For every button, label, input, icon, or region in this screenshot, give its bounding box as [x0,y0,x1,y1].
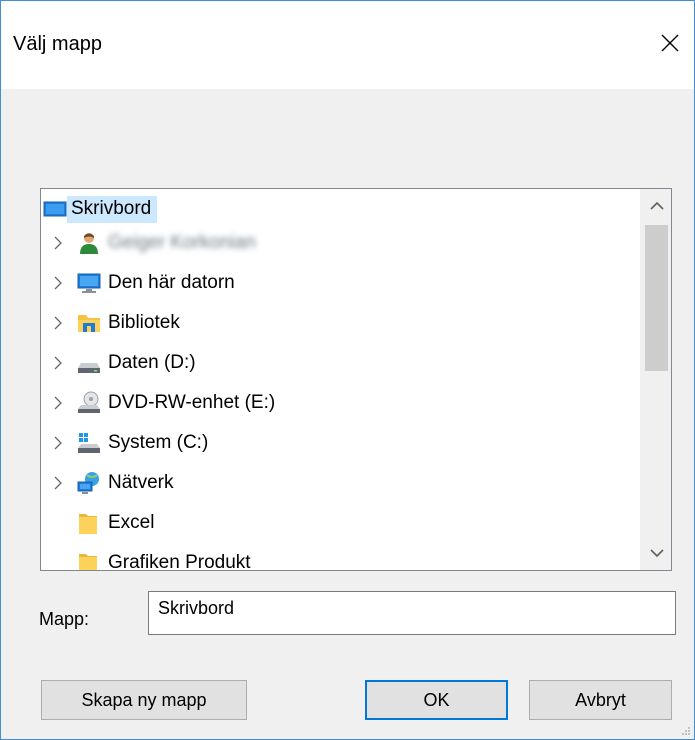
tree-item-label: Nätverk [108,472,174,493]
tree-item-dvd-rw-enhet-e[interactable]: DVD-RW-enhet (E:) [41,386,275,420]
network-icon [77,471,101,495]
chevron-right-icon[interactable] [47,472,69,494]
resize-grip-icon[interactable] [681,726,691,736]
chevron-down-icon [649,549,664,558]
cancel-button[interactable]: Avbryt [529,680,672,720]
folder-picker-dialog: Välj mapp Skrivbord Geiger Korkonian Den… [0,0,695,740]
folder-name-input[interactable] [148,591,676,635]
tree-item-grafiken-produkt[interactable]: Grafiken Produkt [41,546,251,571]
computer-icon [77,271,101,295]
folder-icon [77,511,101,535]
library-icon [77,311,101,335]
title-bar: Välj mapp [1,1,694,89]
tree-item-label: Den här datorn [108,272,235,293]
system-drive-icon [77,431,101,455]
chevron-right-icon[interactable] [47,432,69,454]
tree-item-daten-d[interactable]: Daten (D:) [41,346,196,380]
scrollbar-thumb[interactable] [645,225,668,371]
chevron-right-icon[interactable] [47,232,69,254]
tree-item-label: Geiger Korkonian [108,232,256,253]
tree-item-user[interactable]: Geiger Korkonian [41,226,256,260]
chevron-up-icon [649,201,664,210]
ok-button[interactable]: OK [365,680,508,720]
chevron-right-icon[interactable] [47,352,69,374]
tree-item-label: Daten (D:) [108,352,196,373]
tree-item-label: Skrivbord [67,195,158,223]
chevron-right-icon[interactable] [47,392,69,414]
tree-item-label: DVD-RW-enhet (E:) [108,392,276,413]
dvd-drive-icon [77,391,101,415]
tree-item-label: Bibliotek [108,312,180,333]
tree-item-bibliotek[interactable]: Bibliotek [41,306,180,340]
folder-tree[interactable]: Skrivbord Geiger Korkonian Den här dator… [40,188,672,571]
tree-item-label: System (C:) [108,432,209,453]
scroll-down-button[interactable] [641,536,671,570]
close-icon [661,34,679,52]
user-icon [77,231,101,255]
tree-item-natverk[interactable]: Nätverk [41,466,173,500]
dialog-title: Välj mapp [13,33,102,55]
folder-icon [77,551,101,570]
scroll-up-button[interactable] [641,189,671,223]
close-button[interactable] [646,19,694,67]
tree-item-den-har-datorn[interactable]: Den här datorn [41,266,235,300]
desktop-icon [43,197,67,221]
chevron-right-icon[interactable] [47,272,69,294]
tree-item-label: Excel [108,512,155,533]
tree-scrollbar[interactable] [640,189,671,570]
tree-item-excel[interactable]: Excel [41,506,154,540]
chevron-right-icon[interactable] [47,312,69,334]
tree-item-label: Grafiken Produkt [108,552,251,571]
folder-field-label: Mapp: [39,609,90,629]
new-folder-button[interactable]: Skapa ny mapp [41,680,247,720]
tree-item-system-c[interactable]: System (C:) [41,426,208,460]
tree-item-skrivbord[interactable]: Skrivbord [43,192,158,226]
drive-icon [77,351,101,375]
